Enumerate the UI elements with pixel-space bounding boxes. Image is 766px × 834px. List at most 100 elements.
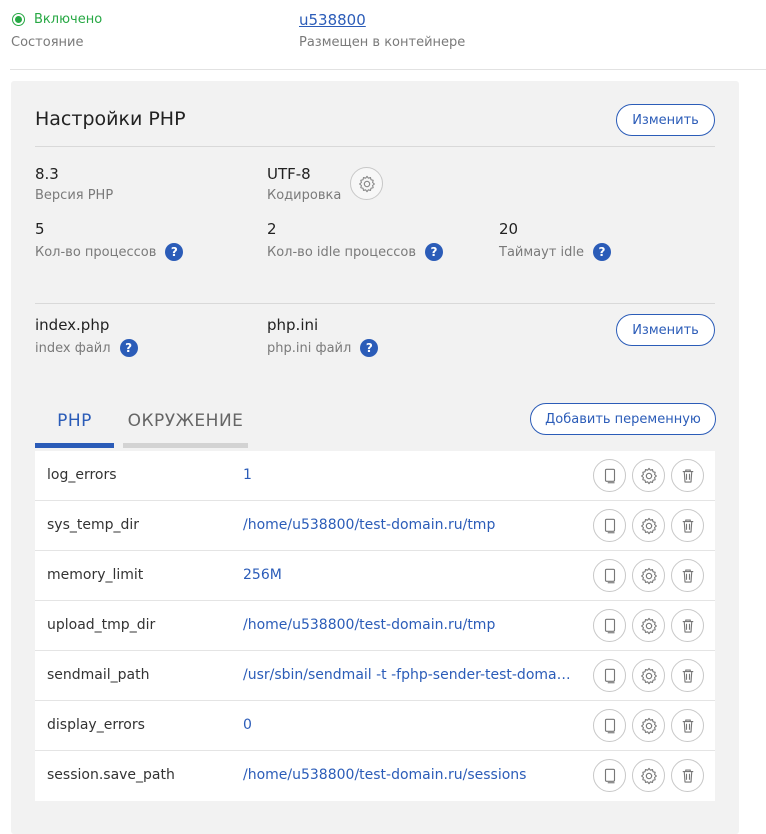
edit-button[interactable] <box>632 609 665 642</box>
gear-icon <box>639 466 659 486</box>
help-icon[interactable]: ? <box>165 243 184 261</box>
phpini-file-label: php.ini файл <box>267 340 352 356</box>
trash-icon <box>679 617 697 635</box>
gear-icon <box>639 666 659 686</box>
copy-button[interactable] <box>593 759 626 792</box>
variable-value[interactable]: /home/u538800/test-domain.ru/sessions <box>243 767 526 783</box>
encoding-value: UTF-8 <box>267 165 311 183</box>
table-row: display_errors 0 <box>35 701 715 751</box>
edit-button[interactable] <box>632 459 665 492</box>
table-row: sendmail_path/usr/sbin/sendmail -t -fphp… <box>35 651 715 701</box>
status-label: Включено <box>34 12 103 27</box>
divider <box>35 303 715 304</box>
variable-value[interactable]: 0 <box>243 717 252 733</box>
gear-icon <box>639 716 659 736</box>
add-variable-button[interactable]: Добавить переменную <box>530 403 716 435</box>
tab-environment[interactable]: ОКРУЖЕНИЕ <box>123 411 248 431</box>
edit-button[interactable] <box>632 659 665 692</box>
tab-php-indicator <box>35 443 114 448</box>
row-actions <box>593 459 710 492</box>
gear-icon <box>639 566 659 586</box>
copy-button[interactable] <box>593 709 626 742</box>
help-icon[interactable]: ? <box>425 243 443 261</box>
delete-button[interactable] <box>671 659 704 692</box>
copy-button[interactable] <box>593 609 626 642</box>
variable-value[interactable]: 256M <box>243 567 282 583</box>
copy-button[interactable] <box>593 459 626 492</box>
container-user-link[interactable]: u538800 <box>299 11 366 29</box>
copy-icon <box>601 517 619 535</box>
help-icon[interactable]: ? <box>119 339 138 357</box>
encoding-settings-button[interactable] <box>350 167 383 200</box>
gear-icon <box>639 516 659 536</box>
status-on-icon <box>12 13 25 26</box>
edit-button[interactable] <box>632 509 665 542</box>
delete-button[interactable] <box>671 509 704 542</box>
delete-button[interactable] <box>671 459 704 492</box>
variable-name: upload_tmp_dir <box>47 617 156 633</box>
container-caption: Размещен в контейнере <box>299 35 466 50</box>
table-row: memory_limit 256M <box>35 551 715 601</box>
index-file-field: index.php index файл ? <box>35 316 138 357</box>
php-version-value: 8.3 <box>35 165 59 183</box>
delete-button[interactable] <box>671 609 704 642</box>
help-icon[interactable]: ? <box>593 243 612 261</box>
index-file-value: index.php <box>35 316 110 334</box>
copy-button[interactable] <box>593 509 626 542</box>
copy-icon <box>601 667 619 685</box>
row-actions <box>593 509 710 542</box>
table-row: upload_tmp_dir/home/u538800/test-domain.… <box>35 601 715 651</box>
trash-icon <box>679 567 697 585</box>
row-actions <box>593 609 710 642</box>
trash-icon <box>679 767 697 785</box>
panel-title: Настройки PHP <box>35 108 186 130</box>
gear-icon <box>639 616 659 636</box>
variable-value[interactable]: 1 <box>243 467 252 483</box>
variable-name: session.save_path <box>47 767 175 783</box>
idle-timeout-label: Таймаут idle <box>499 244 585 260</box>
delete-button[interactable] <box>671 559 704 592</box>
table-row: session.save_path/home/u538800/test-doma… <box>35 751 715 801</box>
idle-processes-label: Кол-во idle процессов <box>267 244 416 260</box>
php-version-field: 8.3 Версия PHP <box>35 165 113 203</box>
tab-environment-indicator <box>123 443 248 448</box>
trash-icon <box>679 717 697 735</box>
variable-name: sys_temp_dir <box>47 517 140 533</box>
change-files-button[interactable]: Изменить <box>616 314 715 346</box>
gear-icon <box>639 766 659 786</box>
phpini-file-field: php.ini php.ini файл ? <box>267 316 379 357</box>
variable-name: memory_limit <box>47 567 144 583</box>
edit-button[interactable] <box>632 709 665 742</box>
edit-button[interactable] <box>632 759 665 792</box>
status-indicator: Включено <box>12 12 102 27</box>
copy-button[interactable] <box>593 559 626 592</box>
status-caption: Состояние <box>11 35 84 50</box>
gear-icon <box>358 175 375 192</box>
help-icon[interactable]: ? <box>360 339 379 357</box>
encoding-field: UTF-8 Кодировка <box>267 165 341 203</box>
trash-icon <box>679 667 697 685</box>
copy-button[interactable] <box>593 659 626 692</box>
copy-icon <box>601 467 619 485</box>
php-version-label: Версия PHP <box>35 188 114 203</box>
variable-value[interactable]: /home/u538800/test-domain.ru/tmp <box>243 517 495 533</box>
row-actions <box>593 659 710 692</box>
divider <box>10 69 766 70</box>
delete-button[interactable] <box>671 759 704 792</box>
idle-processes-value: 2 <box>267 220 277 238</box>
delete-button[interactable] <box>671 709 704 742</box>
tab-php[interactable]: PHP <box>35 411 114 431</box>
row-actions <box>593 559 710 592</box>
phpini-file-value: php.ini <box>267 316 319 334</box>
idle-processes-field: 2 Кол-во idle процессов ? <box>267 220 443 261</box>
variable-value[interactable]: /usr/sbin/sendmail -t -fphp-sender-test-… <box>243 667 573 683</box>
idle-timeout-value: 20 <box>499 220 519 238</box>
change-php-settings-button[interactable]: Изменить <box>616 104 715 136</box>
row-actions <box>593 759 710 792</box>
edit-button[interactable] <box>632 559 665 592</box>
variable-value[interactable]: /home/u538800/test-domain.ru/tmp <box>243 617 495 633</box>
divider <box>35 146 715 147</box>
trash-icon <box>679 517 697 535</box>
row-actions <box>593 709 710 742</box>
table-row: log_errors 1 <box>35 451 715 501</box>
